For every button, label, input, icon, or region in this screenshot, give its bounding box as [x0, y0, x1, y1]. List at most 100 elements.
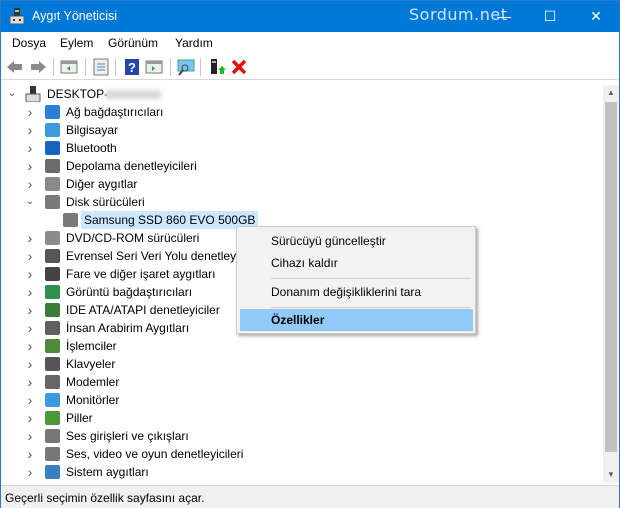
chevron-right-icon[interactable]: › [25, 103, 35, 121]
toolbar-separator [53, 58, 54, 76]
device-category-icon [45, 429, 60, 443]
chevron-right-icon[interactable]: › [25, 283, 35, 301]
chevron-right-icon[interactable]: › [25, 247, 35, 265]
vertical-scrollbar[interactable]: ▲ ▼ [603, 85, 619, 483]
chevron-right-icon[interactable]: › [25, 427, 35, 445]
tree-item-label: Samsung SSD 860 EVO 500GB [81, 211, 259, 229]
uninstall-icon[interactable] [230, 58, 248, 76]
menu-separator [271, 278, 471, 279]
minimize-button[interactable]: — [481, 1, 527, 32]
tree-item-label: Disk sürücüleri [66, 195, 145, 209]
maximize-button[interactable]: ☐ [527, 1, 573, 32]
tree-item-label: Görüntü bağdaştırıcıları [66, 285, 193, 299]
menu-eylem[interactable]: Eylem [60, 36, 93, 50]
properties-icon[interactable] [92, 58, 110, 76]
toolbar: ? [1, 54, 619, 80]
menu-item-properties[interactable]: Özellikler [240, 309, 473, 331]
menu-dosya[interactable]: Dosya [12, 36, 46, 50]
device-category-icon [45, 267, 60, 281]
action-pane-icon[interactable] [145, 58, 163, 76]
chevron-right-icon[interactable]: › [25, 157, 35, 175]
tree-item-label: IDE ATA/ATAPI denetleyiciler [66, 303, 220, 317]
tree-item-label: Fare ve diğer işaret aygıtları [66, 267, 216, 281]
chevron-right-icon[interactable]: › [25, 445, 35, 463]
update-driver-icon[interactable] [208, 58, 226, 76]
chevron-right-icon[interactable]: › [25, 391, 35, 409]
device-category-icon [45, 195, 60, 209]
tree-item-label: Sistem aygıtları [66, 465, 149, 479]
device-category-icon [45, 357, 60, 371]
tree-item-label: Depolama denetleyicileri [66, 159, 197, 173]
chevron-right-icon[interactable]: › [25, 139, 35, 157]
device-category-icon [63, 213, 78, 227]
device-category-icon [45, 123, 60, 137]
chevron-down-icon[interactable]: ⌄ [7, 85, 17, 103]
chevron-right-icon[interactable]: › [25, 121, 35, 139]
tree-item-label: Klavyeler [66, 357, 116, 371]
device-category-icon [45, 141, 60, 155]
device-category-icon [45, 285, 60, 299]
chevron-right-icon[interactable]: › [25, 301, 35, 319]
tree-item-label: Ses girişleri ve çıkışları [66, 429, 189, 443]
blurred-name [106, 90, 161, 99]
tree-item-label: Monitörler [66, 393, 120, 407]
menu-item-scan-hardware[interactable]: Donanım değişikliklerini tara [240, 281, 473, 303]
status-text: Geçerli seçimin özellik sayfasını açar. [5, 491, 205, 505]
chevron-right-icon[interactable]: › [25, 463, 35, 481]
device-category-icon [45, 249, 60, 263]
tree-item-label: İşlemciler [66, 339, 117, 353]
device-category-icon [45, 105, 60, 119]
device-category-icon [45, 375, 60, 389]
status-bar: Geçerli seçimin özellik sayfasını açar. [1, 485, 619, 508]
context-menu: Sürücüyü güncelleştir Cihazı kaldır Dona… [236, 226, 476, 334]
tree-item-label: Bluetooth [66, 141, 117, 155]
menu-bar: Dosya Eylem Görünüm Yardım [1, 32, 619, 54]
scroll-up-icon[interactable]: ▲ [603, 85, 619, 101]
toolbar-separator [85, 58, 86, 76]
menu-item-update-driver[interactable]: Sürücüyü güncelleştir [240, 230, 473, 252]
toolbar-separator [115, 58, 116, 76]
chevron-right-icon[interactable]: › [25, 319, 35, 337]
close-button[interactable]: ✕ [573, 1, 619, 32]
tree-item-label: Modemler [66, 375, 120, 389]
device-category-icon [45, 393, 60, 407]
computer-icon [25, 86, 41, 102]
menu-yardim[interactable]: Yardım [175, 36, 213, 50]
menu-item-uninstall-device[interactable]: Cihazı kaldır [240, 252, 473, 274]
toolbar-separator [170, 58, 171, 76]
tree-item-label: Ses, video ve oyun denetleyicileri [66, 447, 244, 461]
tree-item-label: Diğer aygıtlar [66, 177, 138, 191]
menu-gorunum[interactable]: Görünüm [108, 36, 158, 50]
back-icon[interactable] [6, 58, 24, 76]
device-manager-icon [10, 8, 24, 24]
chevron-right-icon[interactable]: › [25, 337, 35, 355]
chevron-right-icon[interactable]: › [25, 265, 35, 283]
chevron-right-icon[interactable]: › [25, 229, 35, 247]
device-category-icon [45, 303, 60, 317]
device-category-icon [45, 159, 60, 173]
device-category-icon [45, 447, 60, 461]
tree-item-label: Bilgisayar [66, 123, 119, 137]
tree-root-label: DESKTOP- [47, 87, 109, 101]
scan-hardware-icon[interactable] [177, 58, 195, 76]
chevron-right-icon[interactable]: › [25, 355, 35, 373]
window-title: Aygıt Yöneticisi [32, 9, 118, 23]
device-category-icon [45, 411, 60, 425]
title-bar: Aygıt Yöneticisi Sordum.net — ☐ ✕ [1, 1, 619, 32]
chevron-right-icon[interactable]: › [25, 409, 35, 427]
tree-item-label: Piller [66, 411, 93, 425]
menu-separator [271, 307, 471, 308]
toolbar-separator [200, 58, 201, 76]
scroll-thumb[interactable] [605, 102, 617, 452]
console-tree-icon[interactable] [60, 58, 78, 76]
device-category-icon [45, 465, 60, 479]
chevron-down-icon[interactable]: ⌄ [25, 193, 35, 211]
tree-item-label: Evrensel Seri Veri Yolu denetleyic [66, 249, 245, 263]
device-category-icon [45, 177, 60, 191]
forward-icon[interactable] [29, 58, 47, 76]
scroll-down-icon[interactable]: ▼ [603, 467, 619, 483]
tree-item-label: DVD/CD-ROM sürücüleri [66, 231, 200, 245]
chevron-right-icon[interactable]: › [25, 175, 35, 193]
chevron-right-icon[interactable]: › [25, 373, 35, 391]
help-icon[interactable]: ? [123, 58, 141, 76]
